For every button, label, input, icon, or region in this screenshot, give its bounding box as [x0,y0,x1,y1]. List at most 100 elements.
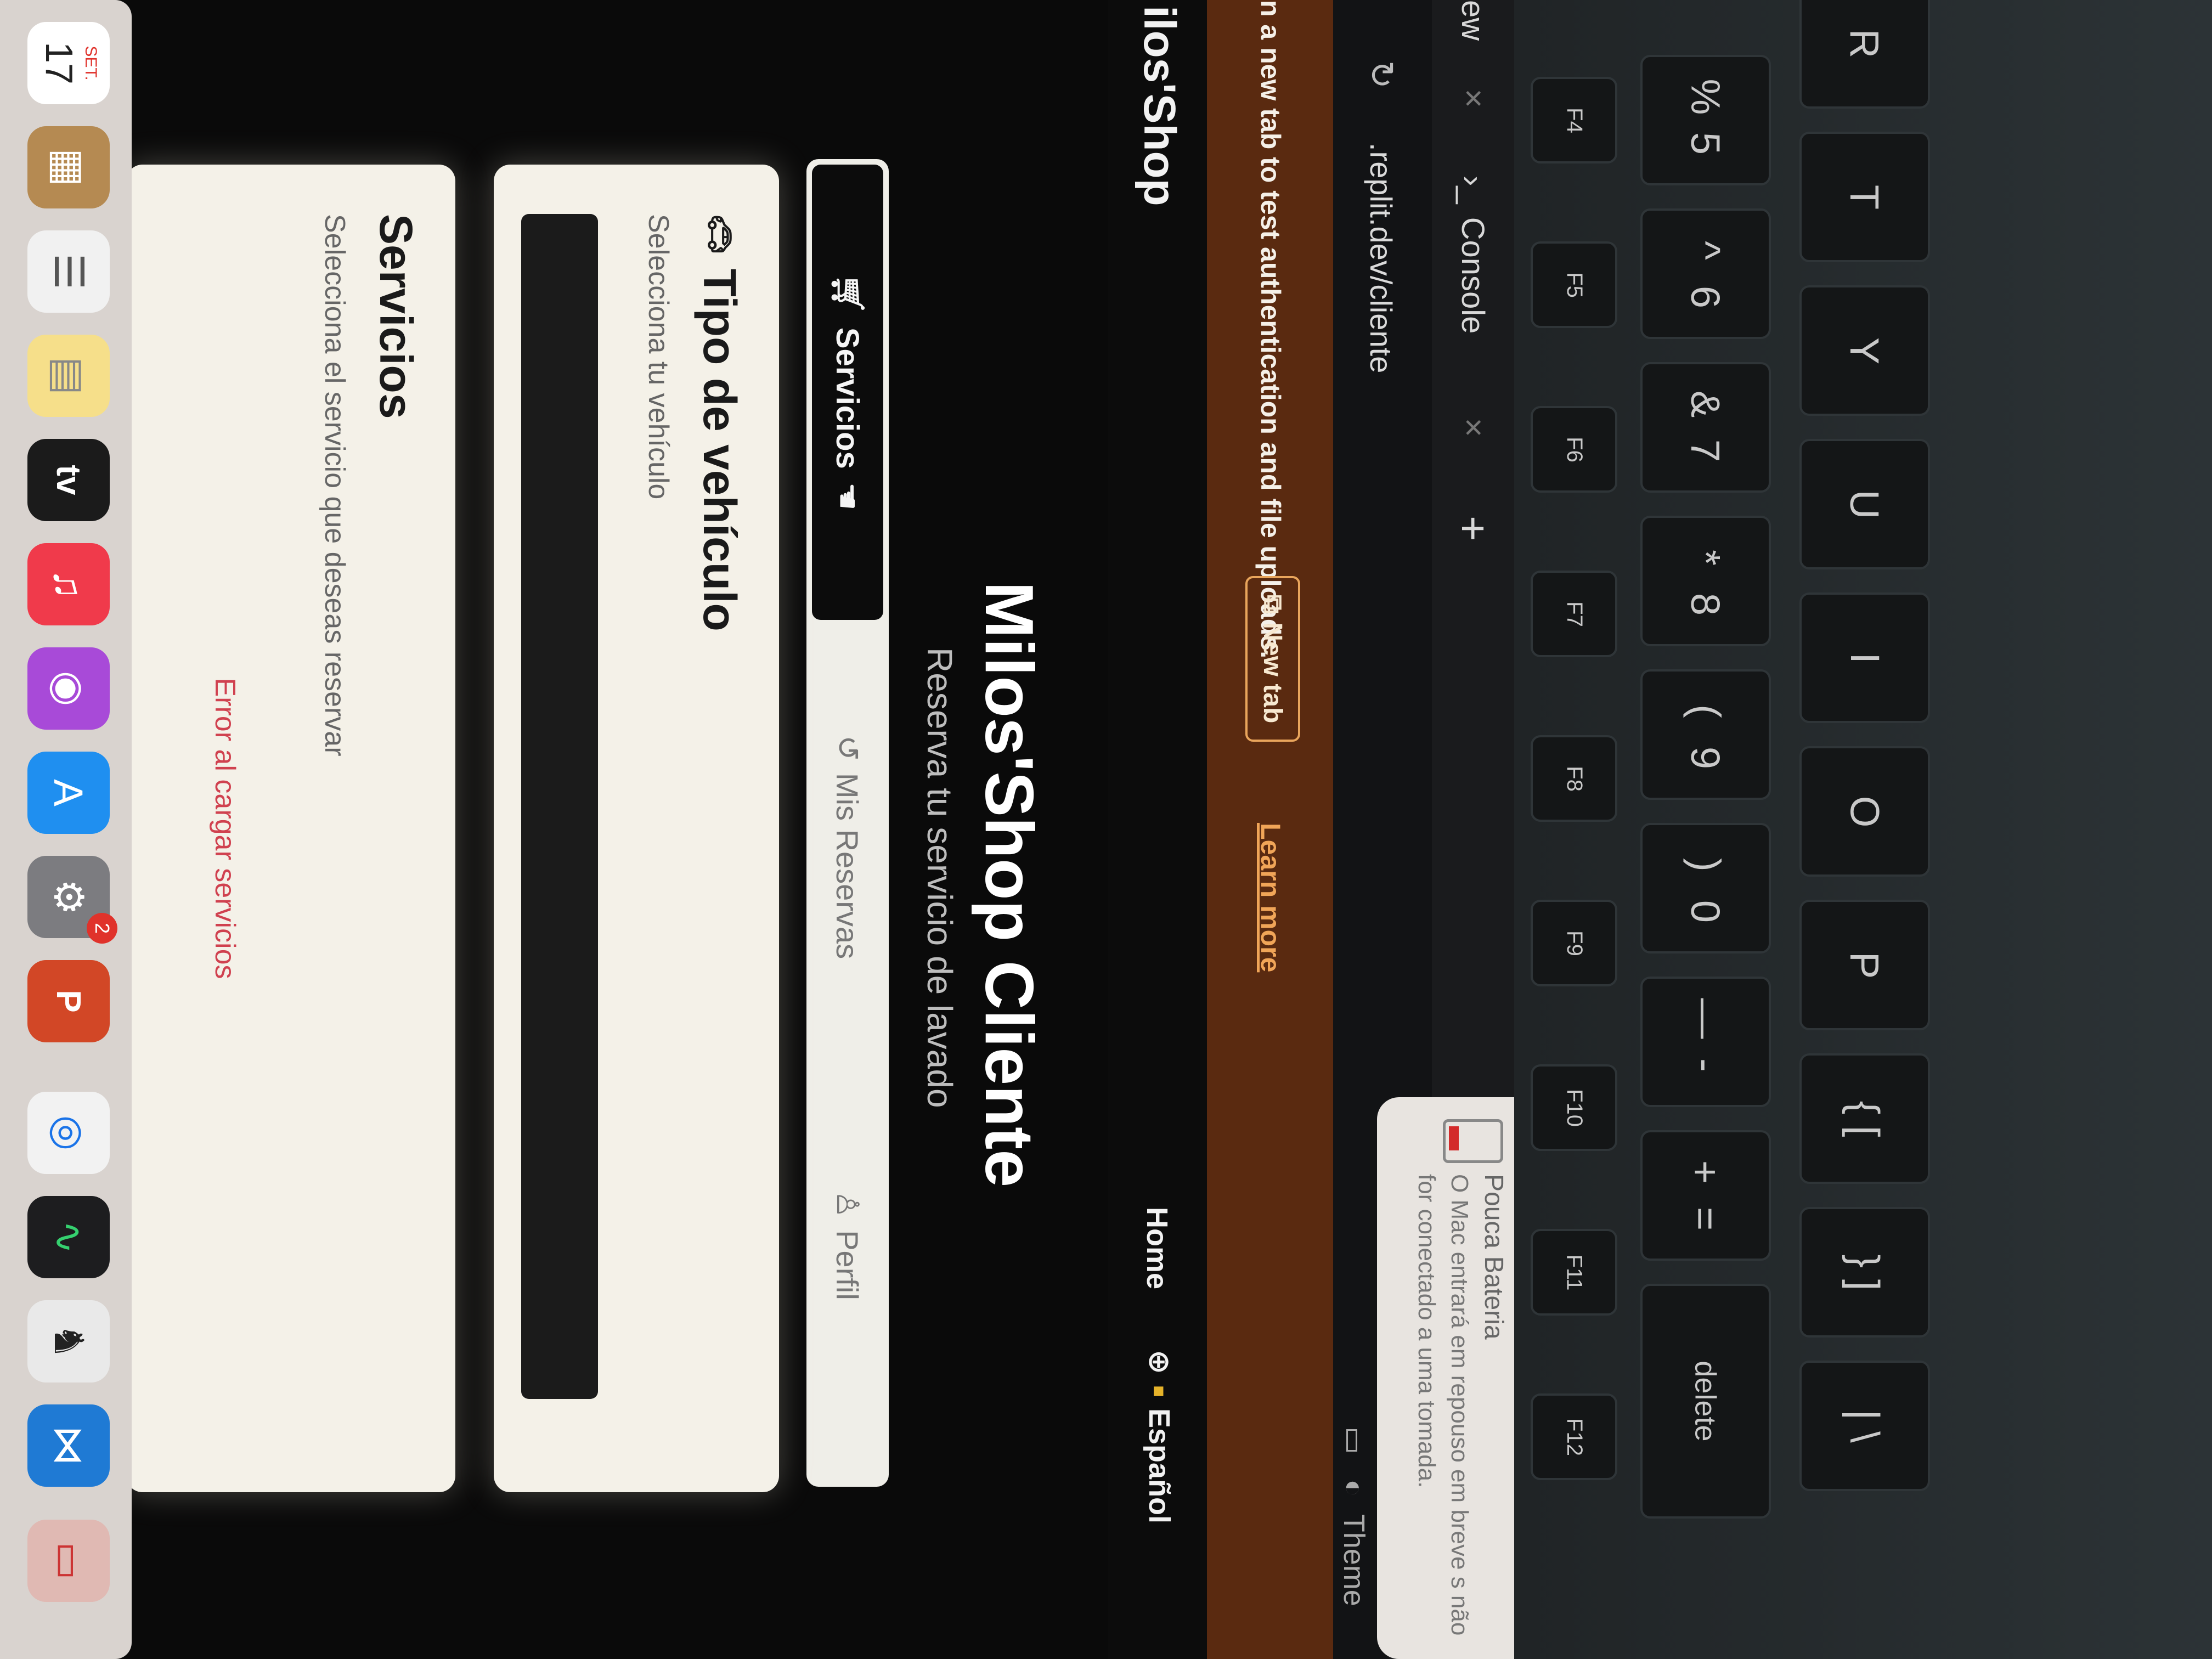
page-title: Milos'Shop Cliente [971,582,1047,1188]
site-navbar: ilos'Shop Home ⊕ ■ Español [1108,0,1207,1659]
key-t[interactable]: T [1799,132,1930,262]
key-i[interactable]: I [1799,592,1930,723]
chess-icon[interactable]: ♞ [27,1300,110,1383]
key-equals[interactable]: + = [1640,1130,1771,1261]
key-9[interactable]: (9 [1640,669,1771,800]
app-store-icon[interactable]: A [27,752,110,834]
notification-title: Pouca Bateria [1479,1174,1508,1340]
reload-icon[interactable]: ↻ [1362,60,1402,89]
add-tab-icon[interactable]: + [1448,516,1498,541]
apple-tv-icon[interactable]: tv [27,439,110,521]
tab-mis-reservas[interactable]: ↺ Mis Reservas [812,735,883,959]
activity-monitor-icon[interactable]: ∿ [27,1196,110,1278]
vehicle-type-card: 🚗︎ Tipo de vehículo Selecciona tu vehícu… [494,165,779,1492]
laptop-keyboard: F4 F5 F6 F7 F8 F9 F10 F11 F12 % 5 ^ 6 & 7 *… [1514,0,2212,1659]
reminders-icon[interactable]: ☰ [27,230,110,313]
key-o[interactable]: O [1799,746,1930,877]
devices-icon: ▭ [1338,1426,1370,1455]
key-f5[interactable]: F5 [1531,241,1617,328]
services-card-description: Selecciona el servicio que deseas reserv… [319,214,351,757]
calendar-icon[interactable]: SET. 17 [27,22,110,104]
key-left-bracket[interactable]: { [ [1799,1053,1930,1184]
site-brand[interactable]: ilos'Shop [1133,5,1185,206]
key-r[interactable]: R [1799,0,1930,109]
key-f4[interactable]: F4 [1531,77,1617,163]
key-right-bracket[interactable]: } ] [1799,1207,1930,1338]
music-icon[interactable]: ♫ [27,543,110,625]
vehicle-card-title: 🚗︎ Tipo de vehículo [693,214,746,631]
key-f11[interactable]: F11 [1531,1229,1617,1316]
history-icon: ↺ [831,735,865,761]
car-icon: 🚗︎ [702,214,738,255]
key-f9[interactable]: F9 [1531,900,1617,986]
globe-icon: ⊕ [1143,1350,1176,1375]
tab-webview-label: ew [1455,0,1491,41]
tab-perfil-label: Perfil [830,1230,865,1300]
key-7[interactable]: & 7 [1640,362,1771,493]
photo-scene: ew ✕ ›_ Console ✕ + ↻ .replit.dev/client… [0,0,2212,1659]
close-icon[interactable]: ✕ [1448,417,1498,438]
battery-icon [1443,1119,1503,1163]
low-battery-notification[interactable]: Pouca Bateria O Mac entrará em repouso e… [1377,1097,1514,1659]
services-error-message: Error al cargar servicios [209,678,241,979]
auth-banner: n a new tab to test authentication and f… [1207,0,1333,1659]
theme-label: Theme [1338,1514,1370,1606]
services-card: Servicios Selecciona el servicio que des… [126,165,455,1492]
macos-dock: SET. 17 ▦ ☰ ▤ tv ♫ ◉ A ⚙ 2 P ◎ ∿ ♞ ⋈ ▭ [0,0,132,1659]
key-u[interactable]: U [1799,439,1930,569]
banner-text: n a new tab to test authentication and f… [1255,0,1286,659]
new-tab-button[interactable]: ⧉ New tab [1245,576,1300,742]
key-5[interactable]: % 5 [1640,55,1771,185]
laptop-screen: ew ✕ ›_ Console ✕ + ↻ .replit.dev/client… [0,0,1514,1659]
tab-mis-reservas-label: Mis Reservas [830,772,865,960]
notification-body: O Mac entrará em repouso em breve s não … [1413,1174,1473,1636]
key-f10[interactable]: F10 [1531,1064,1617,1151]
chrome-icon[interactable]: ◎ [27,1092,110,1174]
page-subtitle: Reserva tu servicio de lavado [920,647,960,1108]
key-f12[interactable]: F12 [1531,1393,1617,1480]
hand-icon: ☚ [830,482,865,511]
launchpad-icon[interactable]: ▦ [27,126,110,208]
notes-icon[interactable]: ▤ [27,335,110,417]
tab-console[interactable]: ›_ Console [1448,176,1498,334]
podcasts-icon[interactable]: ◉ [27,647,110,730]
key-0[interactable]: ) 0 [1640,823,1771,953]
terminal-icon: ›_ [1455,176,1491,204]
key-f8[interactable]: F8 [1531,735,1617,822]
key-y[interactable]: Y [1799,285,1930,416]
vehicle-card-title-text: Tipo de vehículo [694,268,746,631]
external-link-icon: ⧉ [1259,595,1288,614]
close-icon[interactable]: ✕ [1448,88,1498,109]
user-icon: ♙ [831,1190,865,1218]
theme-toggle[interactable]: ▭ ◐ Theme [1337,1426,1372,1606]
vehicle-card-description: Selecciona tu vehículo [642,214,674,500]
calendar-day: 17 [38,42,81,84]
preview-window-icon[interactable]: ▭ [27,1520,110,1602]
key-f6[interactable]: F6 [1531,406,1617,493]
vehicle-select[interactable] [521,214,598,1399]
language-selector[interactable]: ⊕ ■ Español [1142,1350,1177,1523]
url-input[interactable]: .replit.dev/cliente [1363,143,1399,373]
key-delete[interactable]: delete [1640,1284,1771,1519]
key-minus[interactable]: — - [1640,977,1771,1107]
key-6[interactable]: ^ 6 [1640,208,1771,339]
flag-icon: ■ [1148,1385,1171,1397]
tab-servicios[interactable]: 🛒︎ Servicios ☚ [812,165,883,620]
key-f7[interactable]: F7 [1531,571,1617,657]
tab-servicios-label: Servicios [830,327,866,469]
powerpoint-icon[interactable]: P [27,960,110,1042]
new-tab-label: New tab [1258,622,1288,724]
cart-icon: 🛒︎ [830,274,866,314]
learn-more-link[interactable]: Learn more [1255,823,1286,972]
key-backslash[interactable]: | \ [1799,1361,1930,1491]
key-8[interactable]: * 8 [1640,516,1771,646]
system-settings-icon[interactable]: ⚙ 2 [27,856,117,944]
tab-console-label: Console [1455,217,1491,334]
palette-icon: ◐ [1338,1479,1370,1497]
tab-perfil[interactable]: ♙ Perfil [812,1190,883,1300]
services-card-title: Servicios [370,214,422,419]
nav-home-link[interactable]: Home [1140,1207,1174,1289]
key-p[interactable]: P [1799,900,1930,1030]
vscode-icon[interactable]: ⋈ [27,1404,110,1487]
tab-webview[interactable]: ew [1448,0,1498,41]
